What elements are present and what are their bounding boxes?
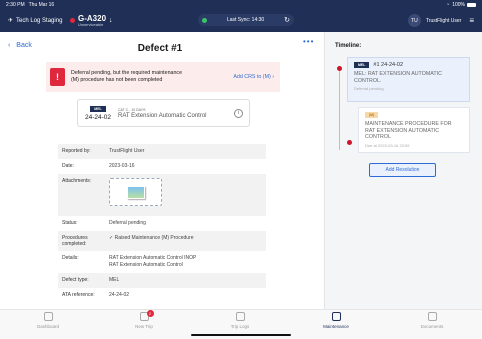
tab-label: Maintenance bbox=[323, 324, 349, 329]
maintenance-icon bbox=[331, 312, 341, 321]
sync-status-dot bbox=[202, 17, 207, 23]
tab-label: Trip Logs bbox=[230, 324, 250, 329]
add-resolution-button[interactable]: Add Resolution bbox=[369, 163, 436, 177]
warning-banner: ! Deferral pending, but the required mai… bbox=[46, 62, 280, 92]
tab-trip-logs[interactable]: Trip Logs bbox=[192, 312, 288, 329]
avatar: TU bbox=[407, 14, 421, 27]
detail-row: Details: RAT Extension Automatic Control … bbox=[58, 251, 266, 273]
add-crs-link[interactable]: Add CRS to (M) › bbox=[233, 74, 274, 80]
sync-pill[interactable]: Last Sync: 14:30 ↻ bbox=[198, 14, 294, 26]
detail-row: Attachments: bbox=[58, 174, 266, 216]
defect-details: Reported by: TrustFlight User Date: 2023-0… bbox=[58, 144, 266, 303]
wifi-icon: ◔ bbox=[446, 1, 450, 8]
timeline-line bbox=[339, 70, 340, 150]
detail-row: Status: Deferral pending bbox=[58, 216, 266, 231]
timeline-dot bbox=[337, 66, 342, 71]
detail-value: 24-24-02 bbox=[109, 291, 130, 298]
timeline-tag: MEL bbox=[354, 62, 370, 68]
documents-icon bbox=[427, 312, 437, 321]
timeline-item-status: Deferral pending bbox=[354, 86, 384, 92]
last-sync-text: Last Sync: 14:30 bbox=[226, 17, 265, 23]
top-nav-bar: ✈ Tech Log Staging G-A320 Unserviceable … bbox=[0, 9, 482, 32]
tab-dashboard[interactable]: Dashboard bbox=[0, 312, 96, 329]
home-indicator[interactable] bbox=[191, 334, 291, 336]
defect-description: RAT Extension Automatic Control bbox=[118, 112, 207, 119]
detail-label: Procedures completed: bbox=[62, 235, 88, 247]
detail-label: Details: bbox=[62, 255, 79, 261]
tab-label: New Trip bbox=[135, 324, 153, 329]
status-bar: 2:30 PM Thu Mar 16 ◔ 100% bbox=[0, 0, 482, 9]
aircraft-status: Unserviceable bbox=[78, 21, 104, 27]
status-date: Thu Mar 16 bbox=[28, 1, 55, 8]
info-icon[interactable]: i bbox=[234, 108, 243, 118]
app-switcher[interactable]: ✈ Tech Log Staging bbox=[8, 17, 70, 25]
tab-label: Documents bbox=[420, 324, 444, 329]
add-crs-label: Add CRS to (M) bbox=[233, 74, 271, 80]
trip-logs-icon bbox=[235, 312, 245, 321]
user-name: TrustFlight User bbox=[425, 17, 462, 24]
timeline-item-body: MEL: RAT EXTENSION AUTOMATIC CONTROL. bbox=[354, 71, 442, 84]
timeline-panel: Timeline: MEL #1 24-24-02 MEL: RAT EXTEN… bbox=[325, 32, 482, 309]
detail-row: Reported by: TrustFlight User bbox=[58, 144, 266, 159]
detail-value: Deferral pending bbox=[109, 220, 146, 226]
hamburger-menu-icon[interactable]: ≡ bbox=[469, 16, 474, 25]
detail-row: Date: 2023-03-16 bbox=[58, 159, 266, 174]
defect-category: CAT C - 10 DAYS bbox=[118, 107, 146, 112]
timeline-title: Timeline: bbox=[335, 43, 362, 49]
timeline-item-title: #1 24-24-02 bbox=[373, 62, 404, 68]
battery-icon bbox=[467, 2, 476, 7]
new-trip-icon: 2 bbox=[139, 310, 154, 321]
timeline-item-maintenance[interactable]: (M) MAINTENANCE PROCEDURE FOR RAT EXTENS… bbox=[358, 107, 470, 153]
aircraft-status-dot bbox=[70, 18, 75, 23]
status-time: 2:30 PM bbox=[6, 1, 25, 8]
timeline-tag: (M) bbox=[365, 112, 379, 118]
detail-value: TrustFlight User bbox=[109, 148, 145, 154]
timeline-item-due: Due at 2023-03-16 23:59 bbox=[365, 142, 410, 148]
tab-new-trip[interactable]: 2 New Trip bbox=[96, 310, 192, 329]
detail-value: RAT Extension Automatic Control INOP RAT… bbox=[109, 255, 197, 268]
timeline-item-body: MAINTENANCE PROCEDURE FOR RAT EXTENSION … bbox=[365, 121, 452, 141]
detail-label: ATA reference: bbox=[62, 291, 95, 298]
detail-value: ✓ Raised Maintenance (M) Procedure bbox=[109, 235, 194, 241]
attachment-thumbnail[interactable] bbox=[109, 178, 162, 206]
detail-value: 2023-03-16 bbox=[109, 163, 135, 169]
tab-maintenance[interactable]: Maintenance bbox=[288, 312, 384, 329]
detail-label: Attachments: bbox=[62, 178, 92, 184]
detail-label: Status: bbox=[62, 220, 78, 226]
main-content: ‹ Back Defect #1 ••• ! Deferral pending,… bbox=[0, 32, 482, 309]
alert-icon: ! bbox=[50, 68, 65, 86]
chevron-down-icon: ↓ bbox=[109, 17, 113, 24]
ata-code: 24-24-02 bbox=[84, 113, 112, 121]
refresh-icon[interactable]: ↻ bbox=[284, 16, 290, 24]
page-title: Defect #1 bbox=[137, 43, 183, 54]
detail-row: Defect type: MEL bbox=[58, 272, 266, 288]
defect-type-tag: MEL bbox=[90, 105, 106, 112]
detail-row: ATA reference: 24-24-02 bbox=[58, 288, 266, 303]
image-thumbnail-icon bbox=[126, 185, 145, 199]
plane-icon: ✈ bbox=[8, 18, 14, 24]
aircraft-selector[interactable]: G-A320 Unserviceable ↓ bbox=[70, 14, 113, 27]
tab-documents[interactable]: Documents bbox=[384, 312, 480, 329]
detail-value: MEL bbox=[109, 276, 120, 283]
detail-row: Procedures completed: ✓ Raised Maintenanc… bbox=[58, 231, 266, 251]
timeline-item-mel[interactable]: MEL #1 24-24-02 MEL: RAT EXTENSION AUTOM… bbox=[347, 57, 470, 102]
warning-text: Deferral pending, but the required maint… bbox=[71, 70, 183, 83]
detail-label: Reported by: bbox=[62, 148, 91, 154]
detail-label: Defect type: bbox=[62, 276, 89, 283]
tab-label: Dashboard bbox=[36, 324, 59, 329]
detail-label: Date: bbox=[62, 163, 74, 169]
user-menu[interactable]: TU TrustFlight User ≡ bbox=[407, 14, 474, 27]
app-name: Tech Log Staging bbox=[16, 17, 63, 24]
defect-summary-card[interactable]: MEL 24-24-02 CAT C - 10 DAYS RAT Extensi… bbox=[77, 99, 250, 127]
timeline-dot bbox=[347, 140, 352, 145]
more-options-button[interactable]: ••• bbox=[303, 37, 314, 46]
dashboard-icon bbox=[43, 312, 53, 321]
battery-level: 100% bbox=[452, 1, 465, 8]
notification-badge: 2 bbox=[146, 310, 154, 317]
